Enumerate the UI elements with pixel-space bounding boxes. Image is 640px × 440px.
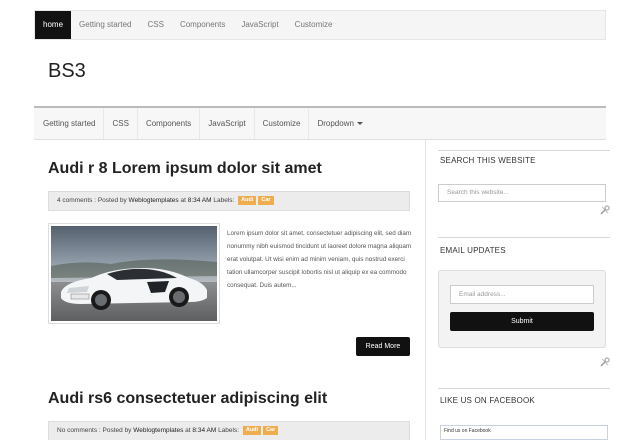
topnav-item-home[interactable]: home [35,11,72,39]
subnav-item-components[interactable]: Components [138,108,201,139]
label-tag[interactable]: Car [258,195,274,205]
post-title[interactable]: Audi r 8 Lorem ipsum dolor sit amet [48,160,322,178]
author-link[interactable]: Weblogtemplates [129,197,179,204]
email-widget-title: EMAIL UPDATES [440,246,506,255]
subnav-item-getting-started[interactable]: Getting started [34,108,105,139]
car-image [51,226,217,321]
label-tag[interactable]: Audi [242,425,262,435]
dropdown-label: Dropdown [317,119,354,128]
post-time[interactable]: 8:34 AM [192,427,216,434]
topnav-item-css[interactable]: CSS [140,11,172,39]
top-navbar: home Getting started CSS Components Java… [34,10,606,40]
author-link[interactable]: Weblogtemplates [133,427,183,434]
facebook-box-label: Find us on Facebook [444,428,491,434]
comments-link[interactable]: 4 comments [57,197,92,204]
topnav-item-components[interactable]: Components [172,11,233,39]
email-form [438,270,606,348]
search-widget-title: SEARCH THIS WEBSITE [440,156,536,165]
email-field[interactable]: Email address... [450,285,594,304]
search-input[interactable]: Search this website... [438,184,606,202]
post-meta: 4 comments : Posted by Weblogtemplates a… [48,191,410,211]
submit-button[interactable]: Submit [450,312,594,331]
label-tag[interactable]: Audi [238,195,257,205]
label-tag[interactable]: Car [263,425,279,435]
facebook-widget-title: LIKE US ON FACEBOOK [440,396,535,405]
topnav-item-javascript[interactable]: JavaScript [233,11,286,39]
widget-divider [438,237,610,238]
post-thumbnail[interactable] [48,223,220,324]
secondary-navbar: Getting started CSS Components JavaScrip… [34,108,606,140]
post-time[interactable]: 8:34 AM [188,197,212,204]
widget-divider [438,388,610,389]
subnav-dropdown[interactable]: Dropdown [309,108,370,139]
subnav-item-css[interactable]: CSS [104,108,138,139]
read-more-button[interactable]: Read More [356,337,410,356]
post-title[interactable]: Audi rs6 consectetuer adipiscing elit [48,390,327,408]
subnav-item-javascript[interactable]: JavaScript [200,108,255,139]
tools-icon[interactable] [600,357,610,367]
tools-icon[interactable] [600,205,610,215]
comments-link[interactable]: No comments [57,427,97,434]
topnav-item-getting-started[interactable]: Getting started [71,11,139,39]
site-title[interactable]: BS3 [48,60,86,83]
post-meta: No comments : Posted by Weblogtemplates … [48,421,410,440]
caret-down-icon [356,122,363,126]
topnav-item-customize[interactable]: Customize [287,11,341,39]
post-excerpt: Lorem ipsum dolor sit amet, consectetuer… [227,230,412,289]
subnav-item-customize[interactable]: Customize [255,108,310,139]
widget-divider [438,150,610,151]
